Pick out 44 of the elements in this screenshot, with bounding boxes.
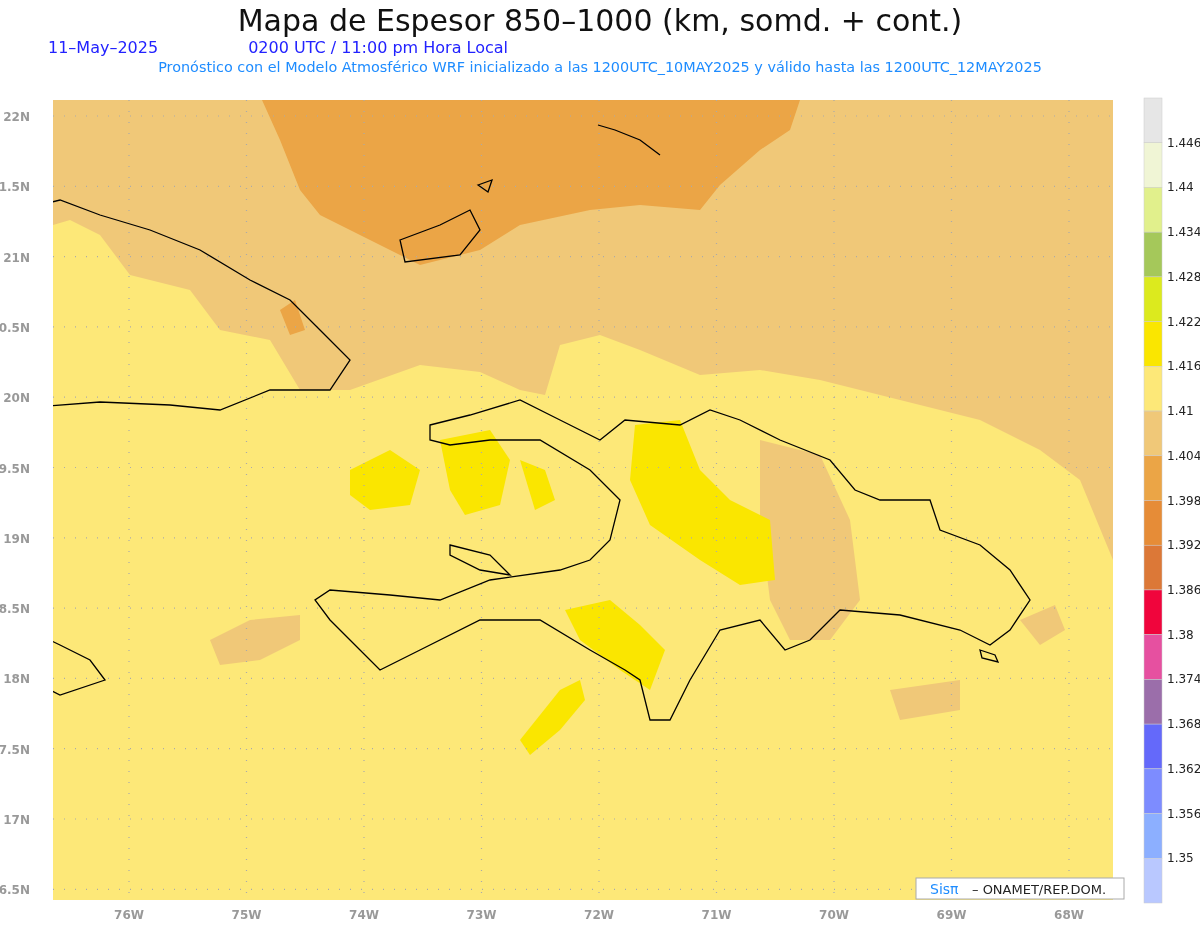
colorbar-label: 1.38 (1167, 627, 1194, 642)
longitude-label: 73W (466, 908, 497, 922)
latitude-label: 21N (3, 250, 30, 265)
latitude-label: 22N (3, 110, 30, 124)
colorbar-label: 1.434 (1167, 225, 1200, 240)
colorbar-label: 1.428 (1167, 269, 1200, 284)
longitude-label: 74W (349, 908, 379, 922)
latitude-label: 1.5N (0, 180, 30, 195)
chart-subtitle: Pronóstico con el Modelo Atmosférico WRF inicializado a las 1200UTC_10MAY2025 y válido hasta las 1200UTC_12MAY2025 (158, 60, 1042, 75)
credit-text: – ONAMET/REP.DOM. (972, 882, 1107, 897)
latitude-label: 19N (3, 531, 30, 546)
colorbar-label: 1.368 (1167, 717, 1200, 732)
longitude-label: 71W (701, 908, 732, 922)
colorbar-label: 1.416 (1167, 359, 1200, 374)
latitude-label: 6.5N (0, 883, 30, 898)
longitude-label: 75W (231, 908, 262, 922)
chart-title: Mapa de Espesor 850–1000 (km, somd. + cont.) (237, 2, 963, 36)
colorbar-label: 1.398 (1167, 493, 1200, 508)
latitude-label: 8.5N (0, 602, 30, 617)
longitude-label: 69W (936, 908, 967, 922)
colorbar-label: 1.362 (1167, 761, 1200, 776)
longitude-label: 72W (584, 908, 614, 922)
latitude-label: 0.5N (0, 320, 30, 335)
forecast-date: 11–May–2025 (48, 40, 159, 56)
latitude-label: 9.5N (0, 461, 30, 476)
colorbar-label: 1.392 (1167, 538, 1200, 553)
latitude-label: 18N (3, 672, 30, 687)
colorbar-label: 1.404 (1167, 448, 1200, 463)
brand-logo: Sisπ (930, 881, 959, 897)
latitude-label: 7.5N (0, 742, 30, 757)
latitude-label: 20N (3, 391, 30, 406)
colorbar-label: 1.35 (1167, 851, 1194, 866)
colorbar-label: 1.41 (1167, 404, 1194, 419)
colorbar-label: 1.446 (1167, 135, 1200, 150)
latitude-label: 17N (3, 813, 30, 827)
longitude-label: 76W (114, 908, 144, 922)
colorbar-label: 1.386 (1167, 582, 1200, 597)
longitude-label: 68W (1054, 908, 1084, 922)
longitude-label: 70W (819, 908, 849, 922)
colorbar-label: 1.44 (1167, 180, 1194, 195)
colorbar-label: 1.374 (1167, 672, 1200, 687)
colorbar-label: 1.356 (1167, 806, 1200, 821)
forecast-time: 0200 UTC / 11:00 pm Hora Local (248, 40, 509, 56)
colorbar-label: 1.422 (1167, 314, 1200, 329)
